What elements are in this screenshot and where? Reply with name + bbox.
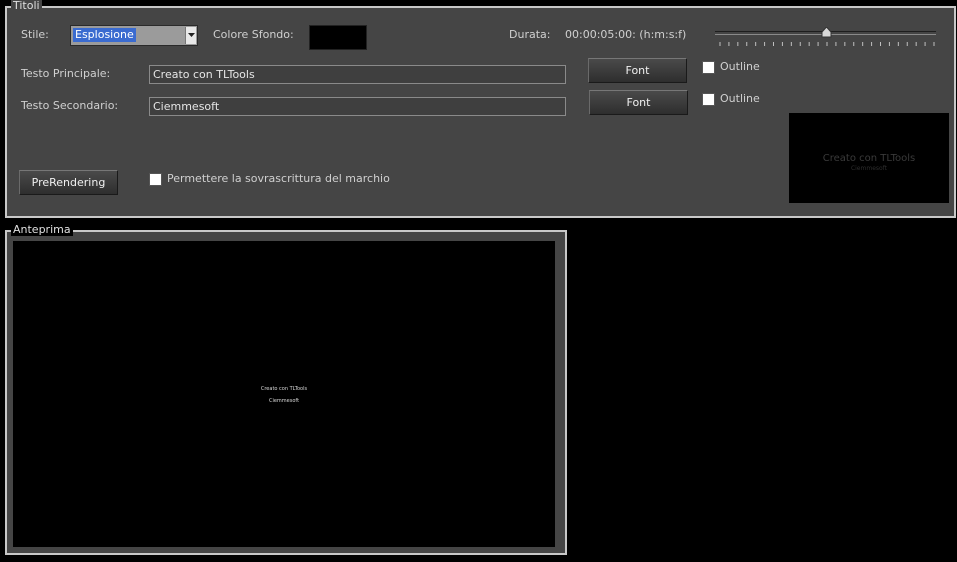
- font-principale-button[interactable]: Font: [588, 58, 687, 83]
- permettere-checkbox[interactable]: [149, 173, 162, 186]
- permettere-label: Permettere la sovrascrittura del marchio: [167, 172, 390, 185]
- preview-small-secondary-text: Ciemmesoft: [850, 165, 888, 172]
- durata-value: 00:00:05:00: (h:m:s:f): [565, 28, 687, 41]
- preview-small-main-text: Creato con TLTools: [822, 153, 916, 164]
- colore-sfondo-swatch[interactable]: [309, 25, 367, 50]
- preview-big-secondary-text: Ciemmesoft: [268, 398, 300, 404]
- colore-sfondo-label: Colore Sfondo:: [213, 28, 294, 41]
- outline-principale-checkbox[interactable]: [702, 61, 715, 74]
- titoli-legend: Titoli: [11, 0, 42, 12]
- testo-principale-label: Testo Principale:: [21, 67, 111, 80]
- stile-label: Stile:: [21, 28, 49, 41]
- preview-big-main-text: Creato con TLTools: [260, 386, 308, 392]
- outline-principale-label: Outline: [720, 60, 760, 73]
- font-secondario-button[interactable]: Font: [589, 90, 688, 115]
- durata-slider-thumb[interactable]: [821, 27, 832, 38]
- chevron-down-icon[interactable]: [185, 27, 196, 44]
- testo-principale-input[interactable]: Creato con TLTools: [149, 65, 566, 84]
- stile-value: Esplosione: [73, 28, 136, 42]
- outline-secondario-label: Outline: [720, 92, 760, 105]
- anteprima-group: Anteprima Creato con TLTools Ciemmesoft: [5, 224, 567, 555]
- anteprima-legend: Anteprima: [11, 223, 73, 236]
- titoli-group: Titoli Stile: Esplosione Colore Sfondo: …: [5, 0, 956, 218]
- testo-secondario-input[interactable]: Ciemmesoft: [149, 97, 566, 116]
- testo-secondario-label: Testo Secondario:: [21, 99, 119, 112]
- prerendering-button[interactable]: PreRendering: [19, 170, 118, 195]
- durata-label: Durata:: [509, 28, 551, 41]
- durata-slider-ticks: [719, 42, 935, 46]
- titoli-preview-thumbnail: Creato con TLTools Ciemmesoft: [789, 113, 949, 203]
- anteprima-canvas: Creato con TLTools Ciemmesoft: [13, 241, 555, 547]
- stile-combobox[interactable]: Esplosione: [70, 25, 198, 46]
- outline-secondario-checkbox[interactable]: [702, 93, 715, 106]
